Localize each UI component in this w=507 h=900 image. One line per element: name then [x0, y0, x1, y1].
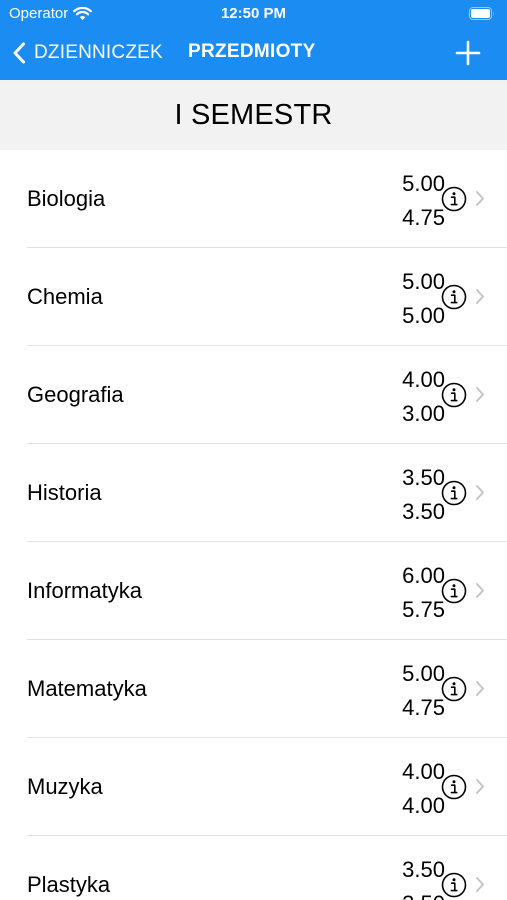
subject-grade-1: 5.00 [402, 269, 445, 294]
subject-row[interactable]: Matematyka 5.00 4.75 [27, 640, 507, 738]
subject-grade-1: 5.00 [402, 661, 445, 686]
subject-name: Muzyka [27, 774, 103, 799]
subject-grades: 5.00 4.75 [402, 657, 445, 725]
chevron-right-icon [476, 583, 484, 598]
back-button-label: DZIENNICZEK [34, 42, 163, 63]
info-circle-icon[interactable] [441, 578, 467, 604]
info-circle-icon[interactable] [441, 676, 467, 702]
chevron-right-icon [476, 485, 484, 500]
subject-grade-2: 3.50 [402, 499, 445, 524]
info-circle-icon[interactable] [441, 480, 467, 506]
subject-name: Plastyka [27, 872, 111, 897]
back-button[interactable]: DZIENNICZEK [12, 39, 163, 67]
section-header: I SEMESTR [0, 80, 507, 150]
top-bar: Operator 12:50 PM DZIENNICZEK PRZEDMIOTY [0, 0, 507, 80]
subject-grades: 6.00 5.75 [402, 559, 445, 627]
chevron-right-icon [476, 681, 484, 696]
battery-icon [469, 7, 494, 20]
subject-row[interactable]: Informatyka 6.00 5.75 [27, 542, 507, 640]
subject-grade-2: 4.75 [402, 695, 445, 720]
subject-grade-2: 4.75 [402, 205, 445, 230]
subject-row[interactable]: Geografia 4.00 3.00 [27, 346, 507, 444]
subject-name: Chemia [27, 284, 103, 309]
chevron-right-icon [476, 289, 484, 304]
subject-row[interactable]: Plastyka 3.50 3.50 [27, 836, 507, 900]
info-circle-icon[interactable] [441, 284, 467, 310]
subject-grades: 3.50 3.50 [402, 853, 445, 900]
subject-grade-2: 4.00 [402, 793, 445, 818]
subject-grade-1: 4.00 [402, 759, 445, 784]
section-title: I SEMESTR [174, 98, 333, 131]
subject-grades: 4.00 4.00 [402, 755, 445, 823]
subject-grade-1: 4.00 [402, 367, 445, 392]
screen: Operator 12:50 PM DZIENNICZEK PRZEDMIOTY… [0, 0, 507, 900]
subject-name: Geografia [27, 382, 124, 407]
subject-name: Matematyka [27, 676, 147, 701]
info-circle-icon[interactable] [441, 186, 467, 212]
chevron-right-icon [476, 779, 484, 794]
subject-name: Informatyka [27, 578, 142, 603]
subject-grades: 4.00 3.00 [402, 363, 445, 431]
subject-row[interactable]: Historia 3.50 3.50 [27, 444, 507, 542]
subject-grades: 5.00 4.75 [402, 167, 445, 235]
subject-row[interactable]: Chemia 5.00 5.00 [27, 248, 507, 346]
chevron-right-icon [476, 877, 484, 892]
info-circle-icon[interactable] [441, 774, 467, 800]
subject-grade-2: 5.75 [402, 597, 445, 622]
info-circle-icon[interactable] [441, 872, 467, 898]
subject-grades: 5.00 5.00 [402, 265, 445, 333]
subject-grade-1: 3.50 [402, 857, 445, 882]
subject-row[interactable]: Biologia 5.00 4.75 [27, 150, 507, 248]
chevron-right-icon [476, 191, 484, 206]
subject-grades: 3.50 3.50 [402, 461, 445, 529]
chevron-right-icon [476, 387, 484, 402]
chevron-left-icon [13, 42, 25, 64]
page-title: PRZEDMIOTY [188, 41, 316, 62]
subject-grade-1: 6.00 [402, 563, 445, 588]
subject-grade-2: 3.50 [402, 887, 445, 900]
status-time: 12:50 PM [220, 5, 287, 22]
status-bar: Operator 12:50 PM [0, 0, 507, 28]
navigation-bar: DZIENNICZEK PRZEDMIOTY [0, 28, 507, 80]
subject-name: Historia [27, 480, 102, 505]
subject-row[interactable]: Muzyka 4.00 4.00 [27, 738, 507, 836]
subject-grade-2: 3.00 [402, 401, 445, 426]
subject-list: Biologia 5.00 4.75 Chemia 5.00 5.00 Geog… [0, 150, 507, 900]
subject-grade-1: 3.50 [402, 465, 445, 490]
subject-name: Biologia [27, 186, 106, 211]
subject-grade-2: 5.00 [402, 303, 445, 328]
info-circle-icon[interactable] [441, 382, 467, 408]
plus-icon [455, 40, 481, 66]
add-button[interactable] [455, 40, 481, 66]
subject-grade-1: 5.00 [402, 171, 445, 196]
